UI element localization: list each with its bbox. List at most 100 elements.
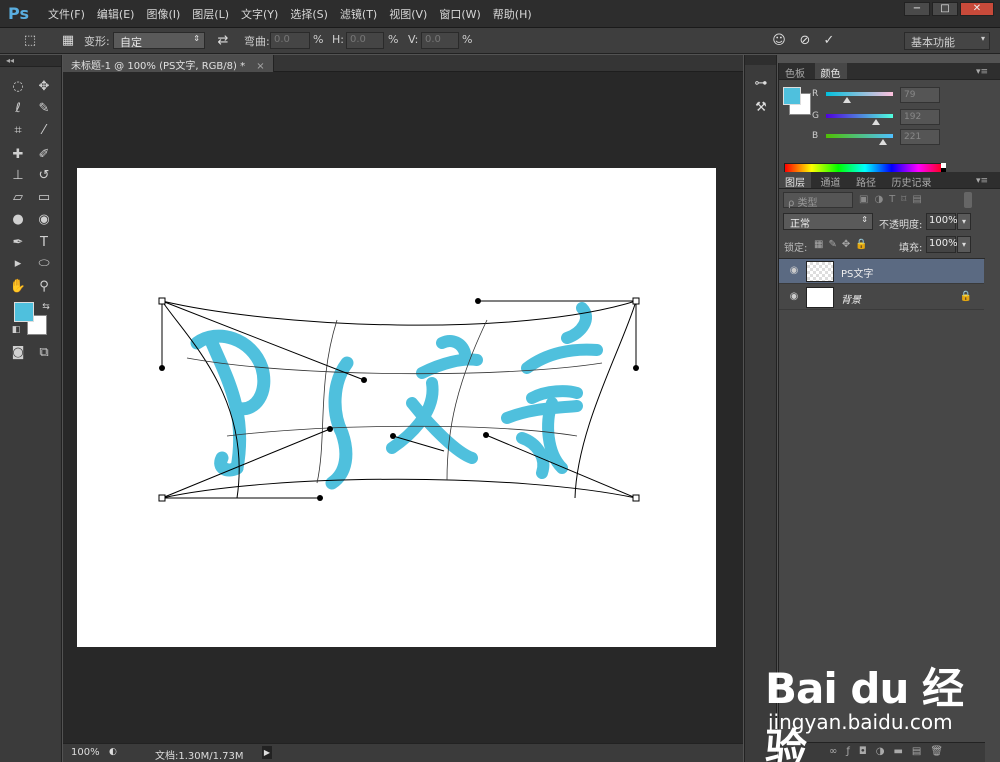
type-tool-icon[interactable]: T <box>34 233 54 253</box>
adjustments-icon[interactable]: ⊶ <box>752 75 770 93</box>
quick-select-tool-icon[interactable]: ✎ <box>34 99 54 119</box>
tools-panel-header[interactable]: ◂◂ <box>0 55 61 67</box>
lock-icons[interactable]: ▦✎✥🔒 <box>814 239 873 250</box>
zoom-level[interactable]: 100% <box>71 747 100 758</box>
close-tab-icon[interactable]: × <box>256 61 264 72</box>
layer-row-background[interactable]: ◉ 背景 🔒 <box>779 285 984 310</box>
control-point[interactable] <box>483 432 489 438</box>
bend-field[interactable]: 0.0 <box>270 32 310 49</box>
green-value[interactable]: 192 <box>900 109 940 125</box>
minimize-button[interactable]: − <box>904 2 930 16</box>
close-button[interactable]: ✕ <box>960 2 994 16</box>
quick-mask-icon[interactable]: ◙ <box>8 343 28 363</box>
filter-toggle[interactable] <box>964 192 972 208</box>
menu-view[interactable]: 视图(V) <box>383 6 433 22</box>
screen-mode-icon[interactable]: ⧉ <box>34 343 54 363</box>
tab-paths[interactable]: 路径 <box>850 172 882 189</box>
document-tab[interactable]: 未标题-1 @ 100% (PS文字, RGB/8) * × <box>63 55 274 72</box>
menu-type[interactable]: 文字(Y) <box>235 6 284 22</box>
control-point[interactable] <box>159 365 165 371</box>
healing-brush-tool-icon[interactable]: ✚ <box>8 145 28 165</box>
gradient-tool-icon[interactable]: ▭ <box>34 188 54 208</box>
layer-filter-select[interactable]: ρ 类型 <box>783 192 853 209</box>
green-knob[interactable] <box>872 119 880 125</box>
swap-colors-icon[interactable]: ⇆ <box>36 297 56 317</box>
tab-layers[interactable]: 图层 <box>779 172 811 189</box>
eyedropper-tool-icon[interactable]: ⁄ <box>34 121 54 141</box>
eraser-tool-icon[interactable]: ▱ <box>8 188 28 208</box>
v-distortion-field[interactable]: 0.0 <box>421 32 459 49</box>
tab-color[interactable]: 颜色 <box>814 63 847 80</box>
layer-row-ps-text[interactable]: ◉ PS文字 <box>779 259 984 284</box>
puppet-warp-icon[interactable]: ☺ <box>771 33 787 49</box>
layers-menu-icon[interactable]: ▾≡ <box>970 174 994 190</box>
history-brush-tool-icon[interactable]: ↺ <box>34 166 54 186</box>
maximize-button[interactable]: □ <box>932 2 958 16</box>
green-track[interactable] <box>826 114 893 118</box>
menu-file[interactable]: 文件(F) <box>42 6 91 22</box>
opacity-dropdown-icon[interactable]: ▾ <box>957 213 971 230</box>
tab-swatches[interactable]: 色板 <box>779 63 811 80</box>
blend-mode-select[interactable]: 正常 ⇕ <box>783 213 873 230</box>
anchor-top-right[interactable] <box>632 297 640 305</box>
opacity-field[interactable]: 100% <box>926 213 958 230</box>
menu-layer[interactable]: 图层(L) <box>186 6 235 22</box>
menu-select[interactable]: 选择(S) <box>284 6 334 22</box>
default-colors-icon[interactable]: ◧ <box>6 320 26 340</box>
red-knob[interactable] <box>843 97 851 103</box>
hand-tool-icon[interactable]: ✋ <box>8 277 28 297</box>
tool-presets-icon[interactable]: ⚒ <box>752 99 770 117</box>
move-tool-icon[interactable]: ✥ <box>34 77 54 97</box>
transform-tool-icon[interactable]: ⬚ <box>22 33 38 49</box>
layer-filter-icons[interactable]: ▣◑T⌑▤ <box>859 194 928 205</box>
ellipse-tool-icon[interactable]: ⬭ <box>34 254 54 274</box>
reference-point-icon[interactable]: ▦ <box>60 33 76 49</box>
menu-image[interactable]: 图像(I) <box>140 6 186 22</box>
status-info-icon[interactable]: ◐ <box>109 747 117 757</box>
color-panel-foreground-swatch[interactable] <box>783 87 801 105</box>
tab-channels[interactable]: 通道 <box>815 172 847 189</box>
cancel-transform-icon[interactable]: ⊘ <box>797 33 813 49</box>
warp-orientation-icon[interactable]: ⇄ <box>215 33 231 49</box>
control-point[interactable] <box>633 365 639 371</box>
tab-history[interactable]: 历史记录 <box>886 172 938 189</box>
lasso-tool-icon[interactable]: ℓ <box>8 99 28 119</box>
blue-knob[interactable] <box>879 139 887 145</box>
foreground-color-swatch[interactable] <box>14 302 34 322</box>
status-menu-arrow-icon[interactable]: ▶ <box>262 746 272 759</box>
anchor-top-left[interactable] <box>158 297 166 305</box>
warp-style-select[interactable]: 自定 ⇕ <box>113 32 205 49</box>
workspace-select[interactable]: 基本功能 ▾ <box>904 32 990 50</box>
clone-stamp-tool-icon[interactable]: ⊥ <box>8 166 28 186</box>
menu-edit[interactable]: 编辑(E) <box>91 6 141 22</box>
control-point[interactable] <box>317 495 323 501</box>
menu-filter[interactable]: 滤镜(T) <box>334 6 383 22</box>
visibility-eye-icon[interactable]: ◉ <box>787 265 801 277</box>
fill-dropdown-icon[interactable]: ▾ <box>957 236 971 253</box>
red-track[interactable] <box>826 92 893 96</box>
control-point[interactable] <box>475 298 481 304</box>
anchor-bottom-left[interactable] <box>158 494 166 502</box>
brush-tool-icon[interactable]: ✐ <box>34 145 54 165</box>
crop-tool-icon[interactable]: ⌗ <box>8 121 28 141</box>
h-distortion-field[interactable]: 0.0 <box>346 32 384 49</box>
control-point[interactable] <box>327 426 333 432</box>
commit-transform-icon[interactable]: ✓ <box>821 33 837 49</box>
blue-value[interactable]: 221 <box>900 129 940 145</box>
control-point[interactable] <box>390 433 396 439</box>
pen-tool-icon[interactable]: ✒ <box>8 233 28 253</box>
anchor-bottom-right[interactable] <box>632 494 640 502</box>
panel-menu-icon[interactable]: ▾≡ <box>970 65 994 81</box>
dock-header[interactable] <box>745 55 776 65</box>
visibility-eye-icon[interactable]: ◉ <box>787 291 801 303</box>
blur-tool-icon[interactable]: ● <box>8 210 28 230</box>
menu-window[interactable]: 窗口(W) <box>433 6 486 22</box>
blue-track[interactable] <box>826 134 893 138</box>
red-value[interactable]: 79 <box>900 87 940 103</box>
path-selection-tool-icon[interactable]: ▸ <box>8 254 28 274</box>
dodge-tool-icon[interactable]: ◉ <box>34 210 54 230</box>
zoom-tool-icon[interactable]: ⚲ <box>34 277 54 297</box>
warp-transform-overlay[interactable] <box>77 168 716 647</box>
canvas[interactable] <box>77 168 716 647</box>
menu-help[interactable]: 帮助(H) <box>487 6 538 22</box>
